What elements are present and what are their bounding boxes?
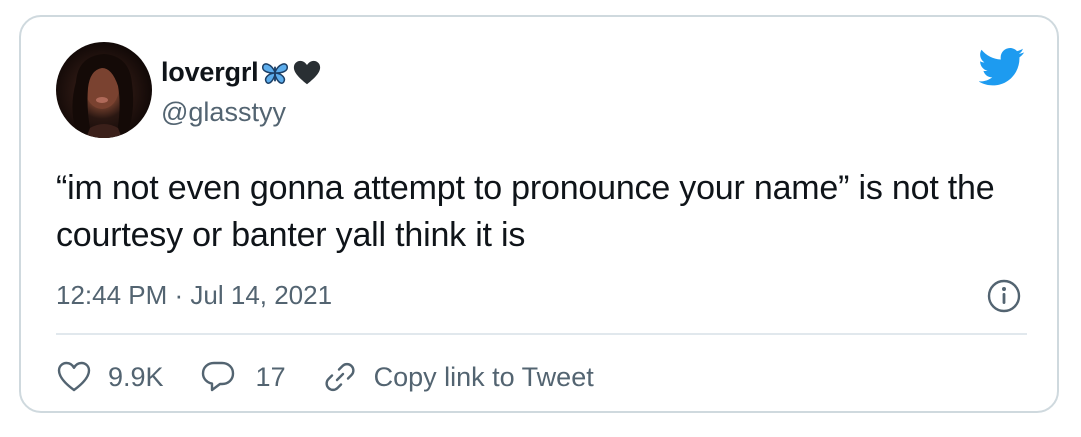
reply-bubble-icon xyxy=(201,361,234,392)
black-heart-icon xyxy=(292,58,322,88)
tweet-text: “im not even gonna attempt to pronounce … xyxy=(56,169,995,254)
timestamp[interactable]: 12:44 PM · Jul 14, 2021 xyxy=(56,280,332,311)
heart-outline-icon xyxy=(57,361,91,392)
handle[interactable]: @glasstyy xyxy=(161,97,286,128)
copy-link-button[interactable]: Copy link to Tweet xyxy=(322,359,594,395)
action-bar: 9.9K 17 Copy link to Tweet xyxy=(56,357,630,397)
like-button[interactable]: 9.9K xyxy=(56,359,164,395)
divider xyxy=(56,333,1027,335)
butterfly-icon xyxy=(260,58,290,88)
display-name-row[interactable]: lovergrl xyxy=(161,57,322,88)
twitter-bird-icon[interactable] xyxy=(979,47,1025,87)
info-icon[interactable] xyxy=(986,278,1022,314)
link-icon xyxy=(325,362,355,392)
copy-link-label: Copy link to Tweet xyxy=(373,361,594,392)
reply-button[interactable]: 17 xyxy=(200,359,286,395)
avatar[interactable] xyxy=(56,42,152,138)
display-name[interactable]: lovergrl xyxy=(161,57,259,88)
reply-count: 17 xyxy=(255,361,286,392)
like-count: 9.9K xyxy=(108,361,164,392)
tweet-card[interactable]: lovergrl @glasstyy “im not even gonna at… xyxy=(19,15,1059,413)
